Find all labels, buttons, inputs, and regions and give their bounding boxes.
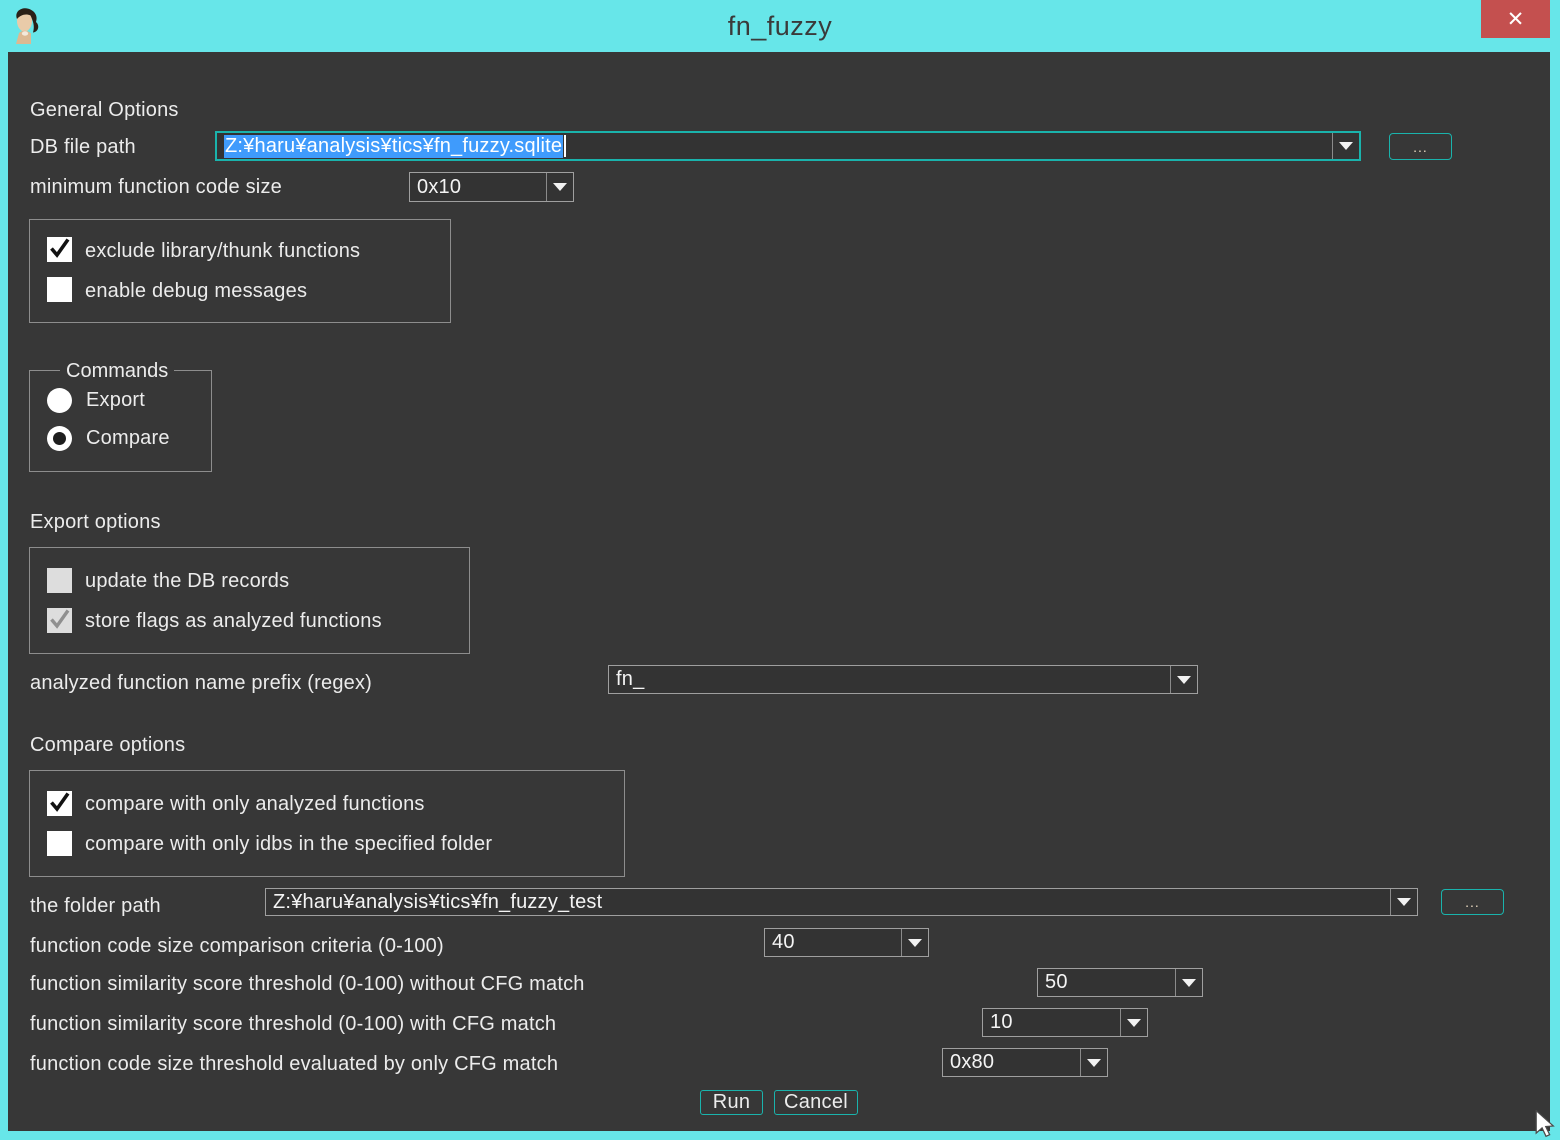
prefix-value: fn_ bbox=[609, 666, 1170, 693]
folder-path-value: Z:¥haru¥analysis¥tics¥fn_fuzzy_test bbox=[266, 889, 1390, 915]
threshold-without-cfg-dropdown-arrow[interactable] bbox=[1175, 969, 1202, 996]
general-checkbox-group bbox=[29, 219, 451, 323]
folder-path-dropdown-arrow[interactable] bbox=[1390, 889, 1417, 915]
section-general-options: General Options bbox=[30, 99, 179, 122]
run-button[interactable]: Run bbox=[700, 1090, 763, 1115]
compare-checkbox-group bbox=[29, 770, 625, 877]
threshold-without-cfg-combo[interactable]: 50 bbox=[1037, 968, 1203, 997]
criteria-dropdown-arrow[interactable] bbox=[901, 929, 928, 956]
chevron-down-icon bbox=[1087, 1059, 1101, 1067]
threshold-with-cfg-combo[interactable]: 10 bbox=[982, 1008, 1148, 1037]
threshold-with-cfg-dropdown-arrow[interactable] bbox=[1120, 1009, 1147, 1036]
db-file-path-text: Z:¥haru¥analysis¥tics¥fn_fuzzy.sqlite bbox=[217, 133, 1332, 159]
commands-group bbox=[29, 370, 212, 472]
criteria-value: 40 bbox=[765, 929, 901, 956]
threshold-with-cfg-label: function similarity score threshold (0-1… bbox=[30, 1013, 556, 1036]
folder-path-combo[interactable]: Z:¥haru¥analysis¥tics¥fn_fuzzy_test bbox=[265, 888, 1418, 916]
folder-path-label: the folder path bbox=[30, 895, 161, 918]
enable-debug-checkbox[interactable] bbox=[47, 277, 72, 302]
compare-idbs-checkbox-label[interactable]: compare with only idbs in the specified … bbox=[85, 833, 492, 856]
export-checkbox-group bbox=[29, 547, 470, 654]
db-file-path-combo[interactable]: Z:¥haru¥analysis¥tics¥fn_fuzzy.sqlite bbox=[215, 131, 1361, 161]
export-radio[interactable] bbox=[47, 388, 72, 413]
chevron-down-icon bbox=[1177, 676, 1191, 684]
enable-debug-checkbox-label[interactable]: enable debug messages bbox=[85, 280, 307, 303]
threshold-without-cfg-label: function similarity score threshold (0-1… bbox=[30, 973, 585, 996]
compare-idbs-checkbox[interactable] bbox=[47, 831, 72, 856]
min-code-size-dropdown-arrow[interactable] bbox=[546, 173, 573, 201]
chevron-down-icon bbox=[1397, 898, 1411, 906]
section-compare-options: Compare options bbox=[30, 734, 185, 757]
folder-browse-button[interactable]: ... bbox=[1441, 889, 1504, 915]
db-file-path-selected-text: Z:¥haru¥analysis¥tics¥fn_fuzzy.sqlite bbox=[224, 135, 563, 158]
compare-radio[interactable] bbox=[47, 426, 72, 451]
close-button[interactable]: ✕ bbox=[1481, 0, 1550, 38]
text-caret bbox=[564, 135, 566, 157]
titlebar[interactable]: fn_fuzzy ✕ bbox=[0, 0, 1560, 52]
exclude-library-checkbox-label[interactable]: exclude library/thunk functions bbox=[85, 240, 360, 263]
commands-legend: Commands bbox=[60, 360, 174, 383]
window-title: fn_fuzzy bbox=[0, 11, 1560, 42]
size-threshold-value: 0x80 bbox=[943, 1049, 1080, 1076]
chevron-down-icon bbox=[908, 939, 922, 947]
prefix-dropdown-arrow[interactable] bbox=[1170, 666, 1197, 693]
prefix-label: analyzed function name prefix (regex) bbox=[30, 672, 372, 695]
chevron-down-icon bbox=[553, 183, 567, 191]
size-threshold-dropdown-arrow[interactable] bbox=[1080, 1049, 1107, 1076]
criteria-label: function code size comparison criteria (… bbox=[30, 935, 444, 958]
exclude-library-checkbox[interactable] bbox=[47, 237, 72, 262]
prefix-combo[interactable]: fn_ bbox=[608, 665, 1198, 694]
export-radio-label[interactable]: Export bbox=[86, 389, 145, 412]
threshold-with-cfg-value: 10 bbox=[983, 1009, 1120, 1036]
min-code-size-combo[interactable]: 0x10 bbox=[409, 172, 574, 202]
chevron-down-icon bbox=[1127, 1019, 1141, 1027]
store-flags-checkbox-label[interactable]: store flags as analyzed functions bbox=[85, 610, 382, 633]
db-path-browse-button[interactable]: ... bbox=[1389, 133, 1452, 160]
compare-analyzed-checkbox[interactable] bbox=[47, 791, 72, 816]
compare-analyzed-checkbox-label[interactable]: compare with only analyzed functions bbox=[85, 793, 425, 816]
chevron-down-icon bbox=[1339, 142, 1353, 150]
size-threshold-combo[interactable]: 0x80 bbox=[942, 1048, 1108, 1077]
size-threshold-label: function code size threshold evaluated b… bbox=[30, 1053, 558, 1076]
radio-dot bbox=[53, 432, 66, 445]
chevron-down-icon bbox=[1182, 979, 1196, 987]
min-code-size-label: minimum function code size bbox=[30, 176, 282, 199]
update-db-records-checkbox-label[interactable]: update the DB records bbox=[85, 570, 289, 593]
fn-fuzzy-dialog: fn_fuzzy ✕ General Options DB file path … bbox=[0, 0, 1560, 1140]
update-db-records-checkbox[interactable] bbox=[47, 568, 72, 593]
cancel-button[interactable]: Cancel bbox=[774, 1090, 858, 1115]
criteria-combo[interactable]: 40 bbox=[764, 928, 929, 957]
mouse-cursor bbox=[1534, 1110, 1558, 1138]
min-code-size-value: 0x10 bbox=[410, 173, 546, 201]
db-file-path-label: DB file path bbox=[30, 136, 136, 159]
threshold-without-cfg-value: 50 bbox=[1038, 969, 1175, 996]
store-flags-checkbox[interactable] bbox=[47, 608, 72, 633]
section-export-options: Export options bbox=[30, 511, 161, 534]
close-icon: ✕ bbox=[1507, 9, 1525, 30]
compare-radio-label[interactable]: Compare bbox=[86, 427, 170, 450]
db-path-dropdown-arrow[interactable] bbox=[1332, 133, 1359, 159]
